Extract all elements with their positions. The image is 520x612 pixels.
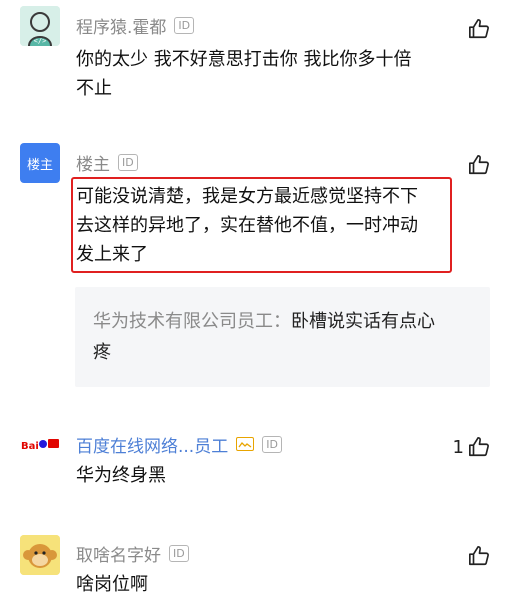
- quoted-reply[interactable]: 华为技术有限公司员工：卧槽说实话有点心 疼: [75, 287, 490, 387]
- avatar[interactable]: Bai: [20, 425, 60, 465]
- id-badge: ID: [262, 435, 282, 453]
- coder-avatar-icon: </>: [20, 6, 60, 46]
- baidu-logo-icon: Bai: [21, 439, 59, 452]
- thumbs-up-icon: [469, 546, 489, 566]
- avatar[interactable]: </>: [20, 6, 60, 46]
- thumbs-up-icon: [469, 155, 489, 175]
- certified-badge-icon: [236, 437, 255, 451]
- like-button[interactable]: [468, 18, 490, 40]
- thumbs-up-icon: [469, 437, 489, 457]
- avatar[interactable]: [20, 535, 60, 575]
- id-badge: ID: [118, 153, 138, 171]
- quote-text: 卧槽说实话有点心: [291, 311, 435, 332]
- svg-text:Bai: Bai: [21, 441, 39, 452]
- thumbs-up-icon: [469, 19, 489, 39]
- like-button[interactable]: [468, 154, 490, 176]
- like-button[interactable]: 1: [453, 436, 490, 458]
- quote-author[interactable]: 华为技术有限公司员工：: [93, 311, 291, 332]
- comment-text: 不止: [76, 78, 112, 99]
- id-badge: ID: [169, 544, 189, 562]
- highlight-box: [71, 177, 452, 273]
- user-name[interactable]: 楼主: [76, 150, 110, 175]
- id-badge: ID: [174, 16, 195, 34]
- user-name[interactable]: 程序猿.霍都: [76, 13, 166, 38]
- op-avatar-label: 楼主: [26, 157, 53, 173]
- comment-text: 啥岗位啊: [76, 574, 148, 595]
- quote-text: 疼: [93, 342, 111, 363]
- comment-text: 你的太少 我不好意思打击你 我比你多十倍: [76, 49, 412, 70]
- user-name[interactable]: 取啥名字好: [76, 541, 161, 566]
- like-button[interactable]: [468, 545, 490, 567]
- avatar[interactable]: 楼主: [20, 143, 60, 183]
- monkey-avatar-icon: [20, 535, 60, 575]
- svg-text:</>: </>: [34, 37, 47, 45]
- user-name[interactable]: 百度在线网络...员工: [76, 432, 228, 457]
- like-count: 1: [452, 436, 464, 458]
- comment-text: 华为终身黑: [76, 465, 166, 486]
